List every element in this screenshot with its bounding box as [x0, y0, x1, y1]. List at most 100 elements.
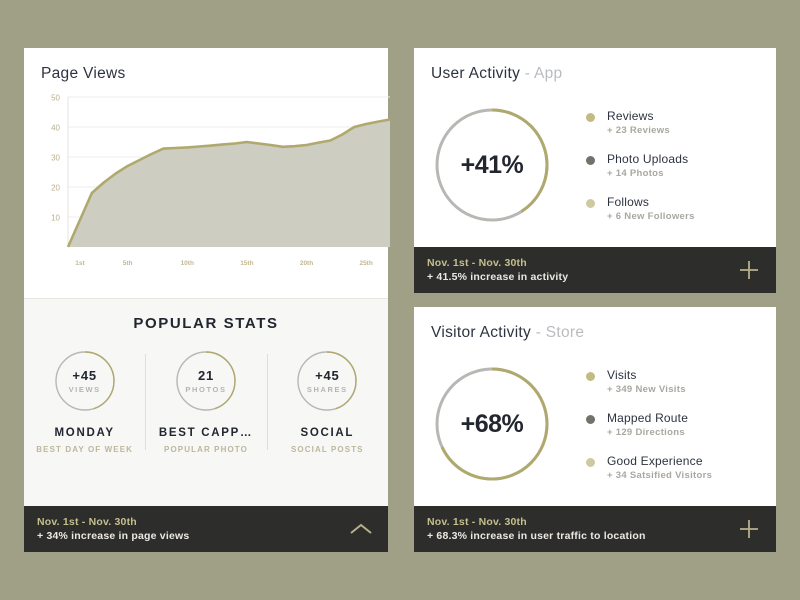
- legend-sublabel: + 349 New Visits: [606, 383, 686, 395]
- user-activity-footer-text: Nov. 1st - Nov. 30th + 41.5% increase in…: [427, 257, 568, 283]
- user-activity-title: User Activity - App: [414, 48, 776, 83]
- stat-unit: SHARES: [306, 385, 348, 394]
- legend-dot-icon: [585, 414, 595, 424]
- popular-stats-card: POPULAR STATS +45 VIEWS MONDAY BEST DAY OF …: [24, 298, 388, 506]
- visitor-activity-body: +68% Visits + 349 New Visits Mapped Route +…: [414, 342, 776, 506]
- stat-ring: +45 VIEWS: [54, 350, 116, 412]
- stat-name: BEST CAPP…: [158, 427, 254, 439]
- plus-icon[interactable]: [736, 516, 762, 542]
- legend-label: Visits: [606, 367, 637, 382]
- user-activity-donut: +41%: [430, 103, 554, 227]
- visitor-activity-title-main: Visitor Activity: [430, 324, 532, 341]
- visitor-activity-footer: Nov. 1st - Nov. 30th + 68.3% increase in…: [413, 506, 776, 552]
- svg-text:1st: 1st: [75, 260, 85, 267]
- user-activity-footer-range: Nov. 1st - Nov. 30th: [426, 257, 527, 269]
- popular-stat-item: +45 VIEWS MONDAY BEST DAY OF WEEK: [24, 350, 145, 454]
- visitor-activity-card: Visitor Activity - Store +68% Visits + 34…: [413, 307, 776, 552]
- legend-text: Follows + 6 New Followers: [607, 195, 695, 222]
- visitor-activity-footer-range: Nov. 1st - Nov. 30th: [426, 516, 527, 528]
- stat-value: 21: [197, 368, 215, 383]
- legend-label: Follows: [606, 194, 650, 209]
- stat-sublabel: BEST DAY OF WEEK: [36, 445, 134, 454]
- legend-text: Good Experience + 34 Satsified Visitors: [607, 454, 712, 481]
- legend-dot-icon: [585, 112, 595, 122]
- stat-value: +45: [72, 368, 97, 383]
- page-views-footer: Nov. 1st - Nov. 30th + 34% increase in p…: [24, 506, 388, 552]
- legend-label: Photo Uploads: [606, 151, 689, 166]
- legend-item: Follows + 6 New Followers: [585, 195, 695, 222]
- page-views-title: Page Views: [41, 65, 126, 82]
- plus-glyph: [740, 261, 758, 279]
- user-activity-title-main: User Activity: [430, 65, 521, 82]
- popular-stats-heading: POPULAR STATS: [133, 315, 279, 332]
- visitor-activity-legend: Visits + 349 New Visits Mapped Route + 129 …: [585, 368, 712, 481]
- user-activity-footer: Nov. 1st - Nov. 30th + 41.5% increase in…: [413, 247, 776, 293]
- legend-sublabel: + 129 Directions: [606, 426, 685, 438]
- stat-sublabel: POPULAR PHOTO: [164, 445, 248, 454]
- svg-text:10th: 10th: [181, 260, 194, 267]
- legend-item: Reviews + 23 Reviews: [585, 109, 695, 136]
- popular-stats-row: +45 VIEWS MONDAY BEST DAY OF WEEK 21 PHOTOS BE…: [24, 350, 388, 454]
- user-activity-legend: Reviews + 23 Reviews Photo Uploads + 14 Pho…: [585, 109, 695, 222]
- svg-text:50: 50: [51, 94, 60, 103]
- left-column: Page Views 10 20 30 40 50 1st 5th 10th 15th 20th 2…: [24, 48, 391, 552]
- legend-dot-icon: [585, 457, 595, 467]
- legend-sublabel: + 14 Photos: [606, 167, 664, 179]
- legend-dot-icon: [585, 155, 595, 165]
- stat-name: SOCIAL: [300, 427, 355, 439]
- chevron-up-icon[interactable]: [348, 516, 374, 542]
- legend-sublabel: + 23 Reviews: [606, 124, 670, 136]
- page-views-footer-note: + 34% increase in page views: [37, 530, 190, 542]
- legend-text: Photo Uploads + 14 Photos: [607, 152, 688, 179]
- visitor-activity-footer-text: Nov. 1st - Nov. 30th + 68.3% increase in…: [427, 516, 646, 542]
- visitor-activity-donut-value: +68%: [460, 409, 524, 438]
- popular-stat-item: +45 SHARES SOCIAL SOCIAL POSTS: [266, 350, 388, 454]
- visitor-activity-footer-note: + 68.3% increase in user traffic to loca…: [426, 530, 646, 542]
- user-activity-title-suffix: - App: [520, 65, 563, 82]
- user-activity-card: User Activity - App +41% Reviews + 23 Rev…: [413, 48, 776, 293]
- page-views-chart-svg: 10 20 30 40 50 1st 5th 10th 15th 20th 25th: [51, 94, 391, 267]
- svg-text:20th: 20th: [300, 260, 313, 267]
- page-views-footer-range: Nov. 1st - Nov. 30th: [37, 516, 137, 528]
- page-views-chart: 10 20 30 40 50 1st 5th 10th 15th 20th 25th: [24, 83, 391, 298]
- legend-text: Reviews + 23 Reviews: [607, 109, 670, 136]
- plus-icon[interactable]: [736, 257, 762, 283]
- right-column: User Activity - App +41% Reviews + 23 Rev…: [413, 48, 776, 552]
- stat-ring-inner: +45 SHARES: [296, 350, 358, 412]
- visitor-activity-title-suffix: - Store: [531, 324, 585, 341]
- stat-sublabel: SOCIAL POSTS: [291, 445, 364, 454]
- svg-text:5th: 5th: [123, 260, 133, 267]
- legend-text: Visits + 349 New Visits: [607, 368, 686, 395]
- legend-label: Mapped Route: [606, 410, 689, 425]
- legend-dot-icon: [585, 371, 595, 381]
- stat-ring-inner: 21 PHOTOS: [175, 350, 237, 412]
- plus-glyph: [740, 520, 758, 538]
- legend-item: Good Experience + 34 Satsified Visitors: [585, 454, 712, 481]
- legend-sublabel: + 34 Satsified Visitors: [606, 469, 713, 481]
- svg-text:30: 30: [51, 154, 60, 163]
- svg-text:20: 20: [51, 184, 60, 193]
- svg-text:40: 40: [51, 124, 60, 133]
- visitor-activity-donut: +68%: [430, 362, 554, 486]
- popular-stat-item: 21 PHOTOS BEST CAPP… POPULAR PHOTO: [145, 350, 266, 454]
- legend-item: Mapped Route + 129 Directions: [585, 410, 712, 438]
- legend-label: Good Experience: [606, 453, 703, 468]
- stat-ring-inner: +45 VIEWS: [54, 350, 116, 412]
- dashboard: Page Views 10 20 30 40 50 1st 5th 10th 15th 20th 2…: [24, 48, 776, 552]
- user-activity-body: +41% Reviews + 23 Reviews Photo Uploads + 1…: [414, 83, 776, 247]
- svg-text:10: 10: [51, 214, 60, 223]
- stat-unit: PHOTOS: [185, 385, 227, 394]
- user-activity-footer-note: + 41.5% increase in activity: [426, 271, 569, 283]
- chevron-up-glyph: [350, 523, 372, 534]
- svg-text:15th: 15th: [240, 260, 253, 267]
- legend-sublabel: + 6 New Followers: [606, 210, 695, 222]
- stat-unit: VIEWS: [68, 385, 101, 394]
- legend-dot-icon: [585, 198, 595, 208]
- legend-item: Photo Uploads + 14 Photos: [585, 152, 695, 179]
- visitor-activity-title: Visitor Activity - Store: [414, 307, 776, 342]
- stat-ring: 21 PHOTOS: [175, 350, 237, 412]
- page-views-card: Page Views 10 20 30 40 50 1st 5th 10th 15th 20th 2…: [24, 48, 391, 298]
- svg-text:25th: 25th: [359, 260, 372, 267]
- stat-ring: +45 SHARES: [296, 350, 358, 412]
- user-activity-donut-value: +41%: [460, 150, 524, 179]
